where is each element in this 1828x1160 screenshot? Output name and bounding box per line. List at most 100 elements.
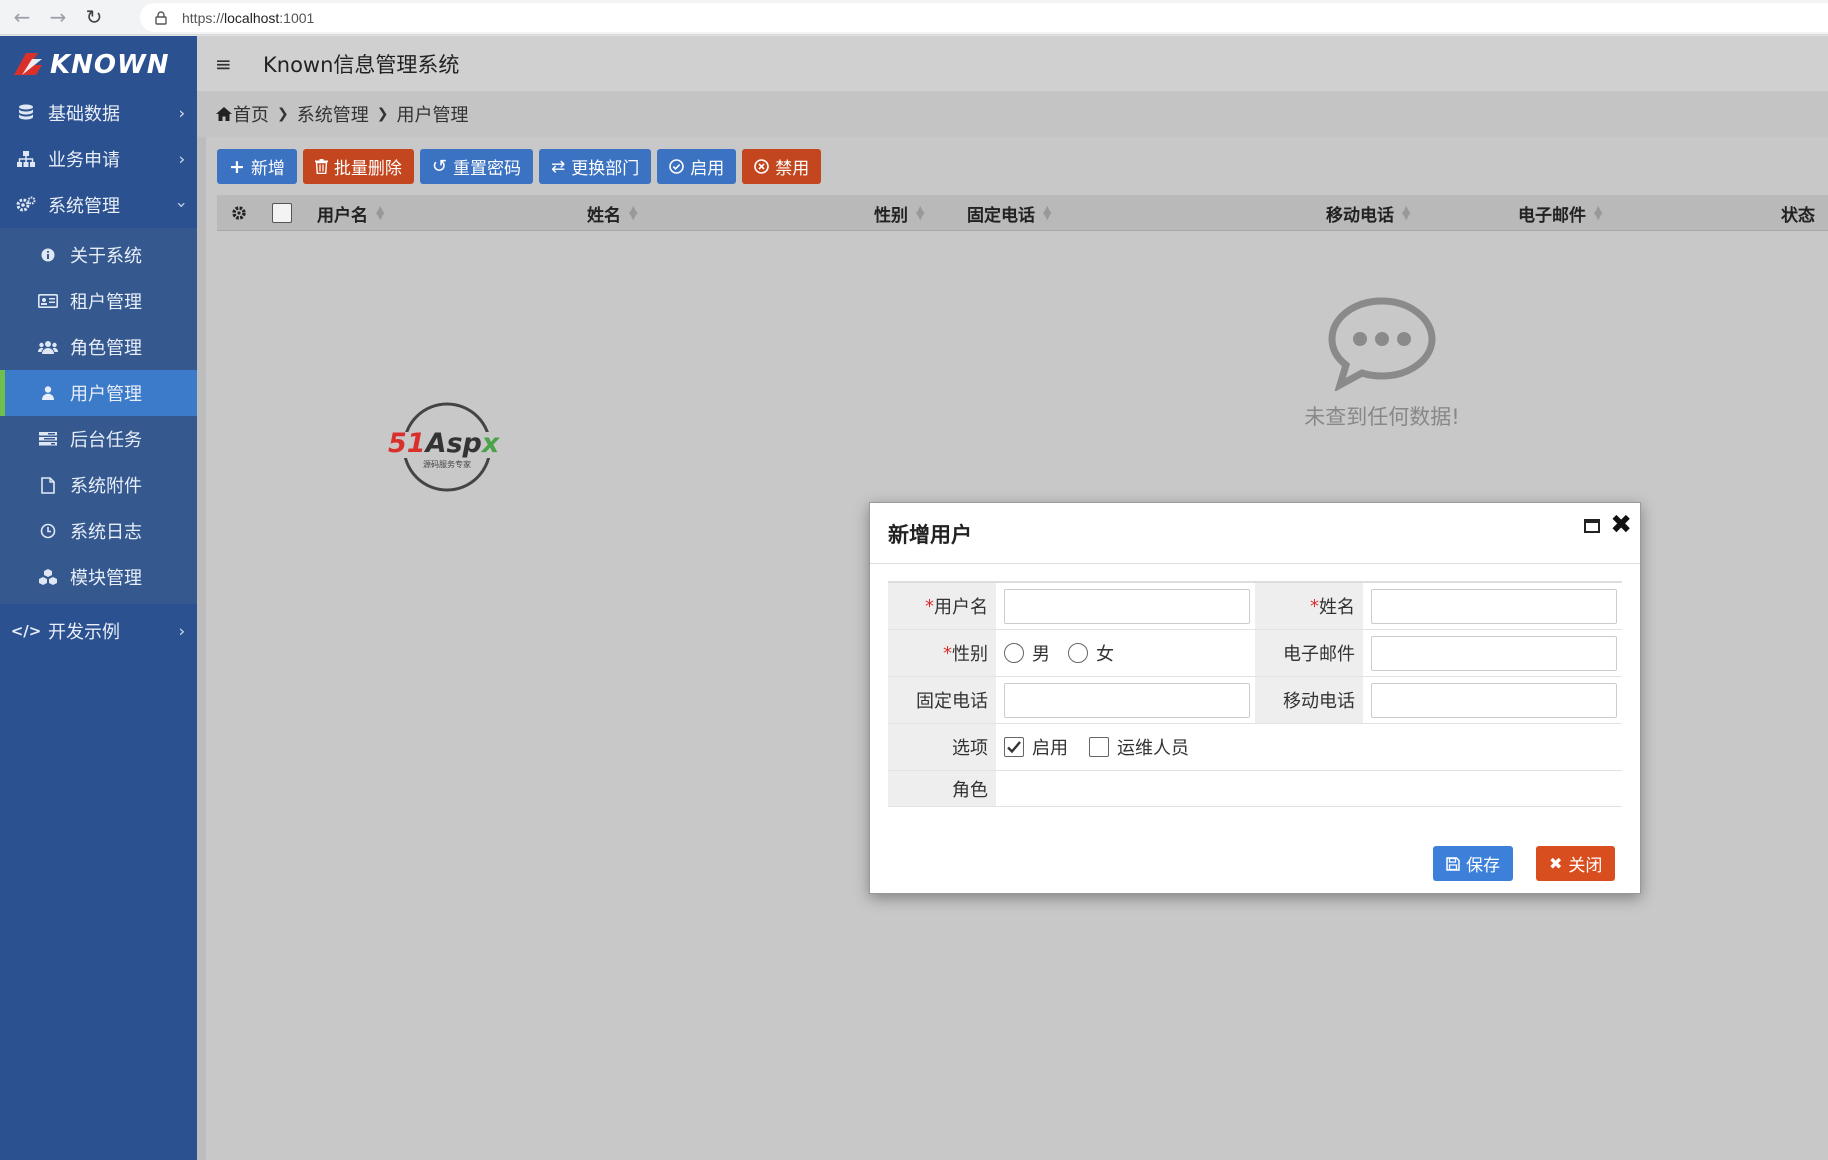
chevron-down-icon: › [172,201,192,209]
select-all-checkbox[interactable] [272,195,292,231]
breadcrumb-system[interactable]: 系统管理 [297,101,369,127]
menu-item-dev-examples[interactable]: </> 开发示例 › [0,608,197,654]
change-dept-button[interactable]: ⇄ 更换部门 [539,149,652,184]
sidebar-item-about[interactable]: 关于系统 [0,232,197,278]
column-phone[interactable]: 固定电话 ▲ ▼ [967,195,1051,231]
add-button-label: 新增 [250,159,285,179]
enabled-checkbox[interactable]: 启用 [1004,724,1068,770]
user-form: *用户名 *姓名 *性别 男 女 电子邮件 固定电话 移动电话 选项 启用 [888,581,1622,807]
gender-label: * 性别 [888,630,996,676]
sitemap-icon [16,149,36,169]
column-label: 移动电话 [1326,205,1394,226]
gears-icon [16,195,36,215]
close-icon[interactable]: ✖ [1610,510,1632,540]
system-submenu: 关于系统 租户管理 角色管理 用户管理 后台任务 系统附件 系统日志 模块管理 [0,228,197,604]
disable-button[interactable]: 禁用 [742,149,822,184]
sort-icon: ▲ ▼ [629,203,638,222]
form-row: 选项 启用 运维人员 [888,724,1622,771]
chevron-right-icon: ❯ [277,106,289,122]
browser-bar: ← → ↻ https://localhost:1001 [0,0,1828,35]
forward-arrow-icon[interactable]: → [44,3,72,31]
ops-staff-checkbox[interactable]: 运维人员 [1089,724,1189,770]
checkbox-checked-icon [1004,737,1024,757]
times-icon: ✖ [1549,854,1563,873]
add-button[interactable]: + 新增 [217,149,297,184]
form-row: * 用户名 * 姓名 [888,583,1622,630]
sidebar-item-role[interactable]: 角色管理 [0,324,197,370]
add-user-dialog: 新增用户 ✖ * 用户名 * 姓名 * 性别 男 女 电子邮件 固定电话 移动电话 选… [869,502,1641,894]
required-mark: * [943,642,952,664]
label-text: 用户名 [934,597,988,618]
menu-label: 业务申请 [48,150,120,171]
url-prefix: https:// [182,9,225,26]
breadcrumb-home[interactable]: 首页 [233,101,269,127]
batch-delete-button[interactable]: 批量删除 [302,149,414,184]
reload-icon[interactable]: ↻ [80,3,108,31]
menu-item-basic-data[interactable]: 基础数据 › [0,90,197,136]
close-button[interactable]: ✖ 关闭 [1536,846,1616,881]
sidebar-item-tenant[interactable]: 租户管理 [0,278,197,324]
username-input[interactable] [1004,589,1250,624]
checkbox-label: 运维人员 [1117,738,1189,759]
sort-icon: ▲ ▼ [1402,203,1411,222]
breadcrumb: 首页 ❯ 系统管理 ❯ 用户管理 [197,91,1828,137]
sort-icon: ▲ ▼ [1043,203,1052,222]
save-label: 保存 [1466,856,1500,876]
plus-icon: + [229,155,245,178]
menu-item-system-manage[interactable]: 系统管理 › [0,182,197,228]
menu-item-business-apply[interactable]: 业务申请 › [0,136,197,182]
checkbox-icon [1089,737,1109,757]
brand-logo[interactable]: KNOWN [0,36,197,90]
address-bar[interactable]: https://localhost:1001 [140,3,1828,32]
info-icon [38,245,58,265]
back-arrow-icon[interactable]: ← [8,3,36,31]
users-icon [38,337,58,357]
form-row: 固定电话 移动电话 [888,677,1622,724]
save-button[interactable]: 保存 [1433,846,1513,881]
empty-text: 未查到任何数据! [1304,405,1460,429]
form-row: * 性别 男 女 电子邮件 [888,630,1622,677]
label-text: 性别 [952,644,988,665]
sidebar-item-attachment[interactable]: 系统附件 [0,462,197,508]
close-circle-icon [754,159,770,174]
username-label: * 用户名 [888,583,996,629]
name-input[interactable] [1371,589,1617,624]
phone-input[interactable] [1004,683,1250,718]
radio-icon [1068,643,1088,663]
trash-icon [314,159,328,174]
sidebar-item-tasks[interactable]: 后台任务 [0,416,197,462]
id-card-icon [38,291,58,311]
sidebar-item-label: 关于系统 [70,246,142,267]
enable-button[interactable]: 启用 [657,149,737,184]
sidebar-item-log[interactable]: 系统日志 [0,508,197,554]
table-header: 用户名 ▲ ▼ 姓名 ▲ ▼ 性别 ▲ ▼ 固定电话 ▲ ▼ 移动电话 ▲ ▼ 电子邮件 ▲ ▼ 状态 [217,195,1828,231]
url-port: :1001 [279,9,315,26]
gender-female-radio[interactable]: 女 [1068,630,1114,676]
app-title: Known信息管理系统 [263,52,460,77]
reset-password-button[interactable]: ↺ 重置密码 [419,149,534,184]
hamburger-menu-icon[interactable]: ≡ [215,52,237,76]
home-icon [216,107,232,121]
gender-male-radio[interactable]: 男 [1004,630,1050,676]
email-input[interactable] [1371,636,1617,671]
column-username[interactable]: 用户名 ▲ ▼ [317,195,384,231]
maximize-icon[interactable] [1584,519,1600,533]
column-name[interactable]: 姓名 ▲ ▼ [587,195,637,231]
column-label: 固定电话 [967,205,1035,226]
column-label: 姓名 [587,205,621,226]
column-status[interactable]: 状态 [1781,195,1815,231]
mobile-input[interactable] [1371,683,1617,718]
chevron-right-icon: › [178,621,185,641]
column-label: 状态 [1781,205,1815,226]
menu-label: 基础数据 [48,104,120,125]
column-settings-icon[interactable] [231,195,247,231]
sidebar-item-user[interactable]: 用户管理 [0,370,197,416]
column-mobile[interactable]: 移动电话 ▲ ▼ [1326,195,1410,231]
chevron-right-icon: › [178,103,185,123]
column-gender[interactable]: 性别 ▲ ▼ [874,195,924,231]
sort-icon: ▲ ▼ [916,203,925,222]
clock-icon [38,521,58,541]
column-email[interactable]: 电子邮件 ▲ ▼ [1518,195,1602,231]
sidebar-item-module[interactable]: 模块管理 [0,554,197,600]
required-mark: * [1310,595,1319,617]
